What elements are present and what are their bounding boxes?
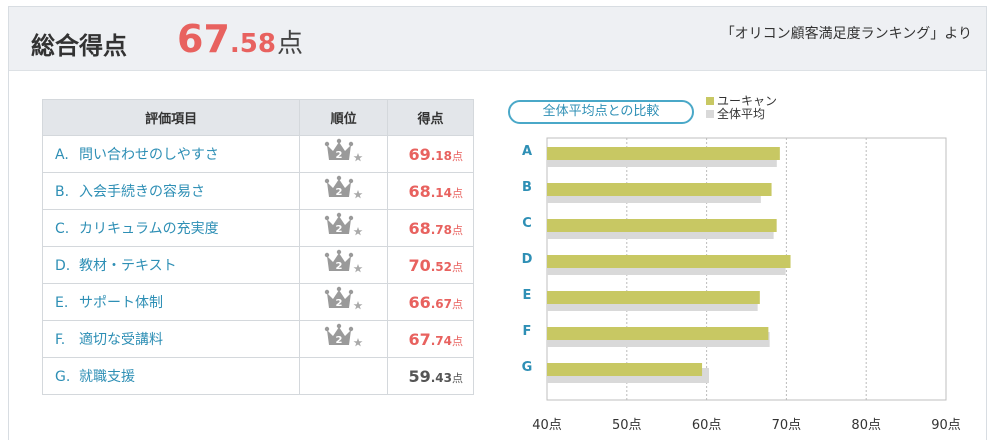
- y-category-label: G: [522, 360, 533, 375]
- y-category-label: C: [522, 216, 532, 231]
- company-bar: [547, 183, 772, 196]
- x-tick-label: 50点: [612, 418, 642, 433]
- y-category-label: B: [522, 180, 532, 195]
- company-bar: [547, 147, 780, 160]
- company-bar: [547, 363, 703, 376]
- y-category-label: A: [522, 144, 532, 159]
- y-category-label: D: [522, 252, 533, 267]
- company-bar: [547, 255, 791, 268]
- x-tick-label: 90点: [931, 418, 961, 433]
- company-bar: [547, 219, 777, 232]
- x-tick-label: 70点: [772, 418, 802, 433]
- comparison-chart: 40点 50点 60点 70点 80点 90点 A B C D E F G: [522, 137, 961, 433]
- x-tick-label: 40点: [532, 418, 562, 433]
- x-tick-label: 80点: [851, 418, 881, 433]
- company-bar: [547, 291, 760, 304]
- x-tick-label: 60点: [692, 418, 722, 433]
- y-category-label: F: [523, 324, 532, 339]
- y-category-label: E: [523, 288, 532, 303]
- company-bar: [547, 327, 769, 340]
